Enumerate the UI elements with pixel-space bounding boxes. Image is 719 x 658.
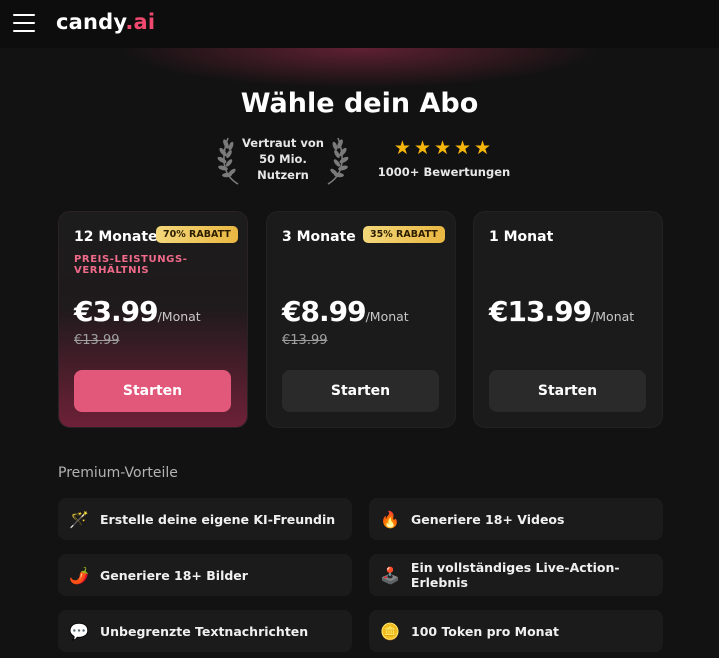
trust-line: Vertraut von [242, 136, 324, 150]
price-amount: €3.99 [74, 295, 159, 328]
logo-accent: .ai [125, 10, 156, 34]
benefit-item: 🪄 Erstelle deine eigene KI-Freundin [58, 498, 352, 540]
plan-name: 3 Monate [282, 229, 356, 245]
price-period: /Monat [591, 309, 635, 324]
discount-badge: 70% RABATT [156, 226, 238, 243]
plan-price: €8.99/Monat [282, 295, 409, 328]
plan-card-12-months[interactable]: 12 Monate 70% RABATT PREIS-LEISTUNGS-VER… [58, 211, 248, 428]
chili-icon: 🌶️ [69, 565, 89, 585]
hamburger-menu-icon[interactable] [13, 14, 35, 32]
price-period: /Monat [365, 309, 409, 324]
start-button[interactable]: Starten [74, 370, 231, 412]
plan-card-1-month[interactable]: 1 Monat €13.99/Monat Starten [473, 211, 663, 428]
logo[interactable]: candy.ai [56, 10, 155, 34]
premium-benefits-title: Premium-Vorteile [58, 465, 178, 481]
price-amount: €8.99 [282, 295, 367, 328]
fire-icon: 🔥 [380, 509, 400, 529]
benefit-item: 💬 Unbegrenzte Textnachrichten [58, 610, 352, 652]
review-count: 1000+ Bewertungen [377, 165, 511, 179]
trust-badge: Vertraut von 50 Mio. Nutzern [216, 132, 350, 186]
benefit-item: 🪙 100 Token pro Monat [369, 610, 663, 652]
chat-bubbles-icon: 💬 [69, 621, 89, 641]
benefit-label: Unbegrenzte Textnachrichten [100, 623, 309, 639]
trust-line: Nutzern [257, 168, 309, 182]
price-period: /Monat [157, 309, 201, 324]
plan-card-3-months[interactable]: 3 Monate 35% RABATT €8.99/Monat €13.99 S… [266, 211, 456, 428]
rating: ★★★★★ 1000+ Bewertungen [376, 137, 512, 179]
top-bar: candy.ai [0, 0, 719, 48]
old-price: €13.99 [74, 333, 120, 348]
best-value-label: PREIS-LEISTUNGS-VERHÄLTNIS [74, 254, 188, 276]
plan-price: €3.99/Monat [74, 295, 201, 328]
magic-wand-icon: 🪄 [69, 509, 89, 529]
plan-price: €13.99/Monat [489, 295, 634, 328]
laurel-right-icon [327, 137, 349, 185]
trust-text: Vertraut von 50 Mio. Nutzern [238, 135, 328, 183]
old-price: €13.99 [282, 333, 328, 348]
plan-name: 12 Monate [74, 229, 158, 245]
benefit-item: 🌶️ Generiere 18+ Bilder [58, 554, 352, 596]
logo-text: candy [56, 10, 126, 34]
benefit-label: 100 Token pro Monat [411, 623, 559, 639]
plan-name: 1 Monat [489, 229, 554, 245]
start-button[interactable]: Starten [282, 370, 439, 412]
page-title: Wähle dein Abo [240, 88, 479, 119]
benefit-label: Generiere 18+ Bilder [100, 567, 248, 583]
benefit-label: Erstelle deine eigene KI-Freundin [100, 511, 336, 527]
price-amount: €13.99 [489, 295, 592, 328]
joystick-icon: 🕹️ [380, 565, 400, 585]
trust-line: 50 Mio. [259, 152, 307, 166]
benefit-label: Ein vollständiges Live-Action-Erlebnis [410, 560, 620, 590]
coin-icon: 🪙 [380, 621, 400, 641]
star-rating-icon: ★★★★★ [393, 137, 495, 159]
start-button[interactable]: Starten [489, 370, 646, 412]
benefit-item: 🔥 Generiere 18+ Videos [369, 498, 663, 540]
discount-badge: 35% RABATT [363, 226, 445, 243]
benefit-item: 🕹️ Ein vollständiges Live-Action-Erlebni… [369, 554, 663, 596]
benefit-label: Generiere 18+ Videos [411, 511, 565, 527]
